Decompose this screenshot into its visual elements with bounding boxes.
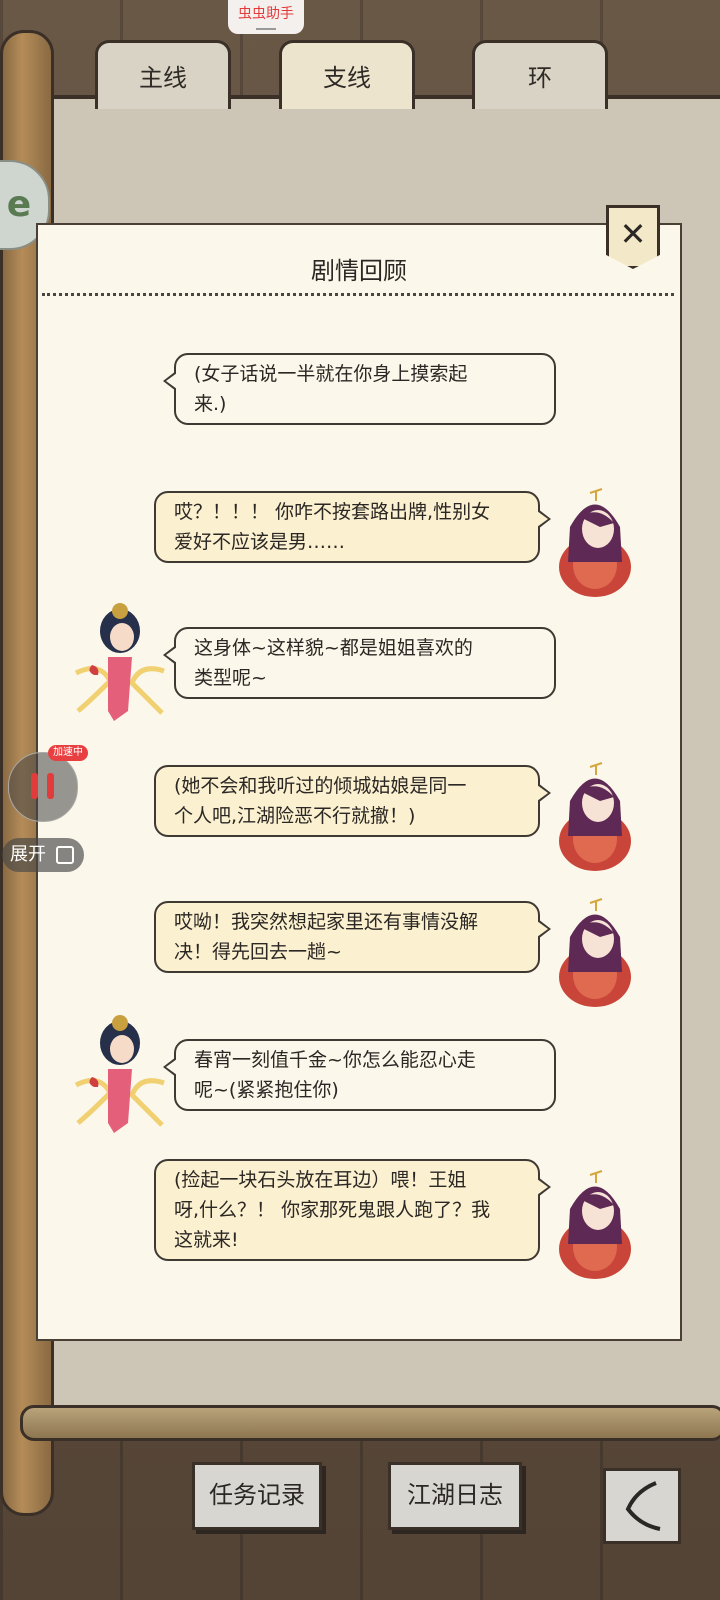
expand-icon: [56, 846, 74, 864]
helper-tab[interactable]: 虫虫助手: [228, 0, 304, 34]
expand-button[interactable]: 展开: [2, 838, 84, 872]
tab-ring[interactable]: 环: [472, 40, 608, 109]
dialogue-line: 这就来!: [174, 1229, 239, 1251]
story-review-panel: 剧情回顾 (女子话说一半就在你身上摸索起 来.) 哎？！！！ 你咋不按套路出牌,…: [36, 223, 682, 1341]
dialogue-line: (她不会和我听过的倾城姑娘是同一: [174, 775, 467, 797]
tab-main[interactable]: 主线: [95, 40, 231, 109]
dialogue-line: 个人吧,江湖险恶不行就撤！): [174, 805, 416, 827]
dialogue-line: 这身体~这样貌~都是姐姐喜欢的: [194, 637, 473, 659]
helper-label: 虫虫助手: [238, 6, 294, 22]
expand-label: 展开: [10, 844, 46, 865]
dialogue-line: 哎？！！！ 你咋不按套路出牌,性别女: [174, 501, 491, 523]
tab-side-label: 支线: [323, 64, 371, 92]
helper-handle: [256, 28, 276, 30]
player-avatar: [559, 488, 631, 597]
page-title: 剧情回顾: [311, 257, 407, 285]
back-icon: [625, 1481, 661, 1531]
dialogue-bubble: 春宵一刻值千金~你怎么能忍心走 呢~(紧紧抱住你): [163, 1039, 556, 1111]
dialogue-bubble: 哎呦！我突然想起家里还有事情没解 决！得先回去一趟~: [154, 901, 551, 973]
jianghu-log-button[interactable]: 江湖日志: [388, 1462, 522, 1530]
dialogue-line: 哎呦！我突然想起家里还有事情没解: [174, 911, 479, 933]
dialogue-bubble: (女子话说一半就在你身上摸索起 来.): [163, 353, 556, 425]
dialogue-line: 呢~(紧紧抱住你): [194, 1079, 339, 1101]
dialogue-line: 来.): [194, 393, 227, 415]
speed-badge: 加速中: [48, 745, 88, 761]
dialogue-line: 呀,什么？！ 你家那死鬼跟人跑了？我: [174, 1199, 491, 1221]
close-icon: ✕: [619, 215, 647, 253]
player-avatar: [559, 898, 631, 1007]
player-avatar: [559, 1170, 631, 1279]
dialogue-line: 决！得先回去一趟~: [174, 941, 342, 963]
dialogue-line: 类型呢~: [194, 667, 267, 689]
title-divider: [42, 293, 674, 296]
pause-button[interactable]: [8, 752, 78, 822]
pause-icon: [31, 773, 38, 799]
dialogue-bubble: 这身体~这样貌~都是姐姐喜欢的 类型呢~: [163, 627, 556, 699]
jianghu-log-label: 江湖日志: [407, 1481, 503, 1509]
task-record-label: 任务记录: [209, 1481, 305, 1509]
scroll-bottom-rod: [20, 1405, 720, 1441]
dialogue-line: (捡起一块石头放在耳边）喂！王姐: [174, 1169, 467, 1191]
tab-main-label: 主线: [139, 64, 187, 92]
dialogue-line: (女子话说一半就在你身上摸索起: [194, 363, 468, 385]
tab-ring-label: 环: [528, 64, 552, 92]
tab-side[interactable]: 支线: [279, 40, 415, 109]
dialogue-bubble: (捡起一块石头放在耳边）喂！王姐 呀,什么？！ 你家那死鬼跟人跑了？我 这就来!: [154, 1159, 551, 1261]
dialogue-line: 爱好不应该是男……: [174, 531, 346, 553]
dialogue-line: 春宵一刻值千金~你怎么能忍心走: [194, 1049, 476, 1071]
npc-avatar: [74, 603, 165, 721]
dialogue-bubble: (她不会和我听过的倾城姑娘是同一 个人吧,江湖险恶不行就撤！): [154, 765, 551, 837]
player-avatar: [559, 762, 631, 871]
back-button[interactable]: [603, 1468, 681, 1544]
task-record-button[interactable]: 任务记录: [192, 1462, 322, 1530]
npc-avatar: [74, 1015, 165, 1133]
dialogue-bubble: 哎？！！！ 你咋不按套路出牌,性别女 爱好不应该是男……: [154, 491, 551, 563]
